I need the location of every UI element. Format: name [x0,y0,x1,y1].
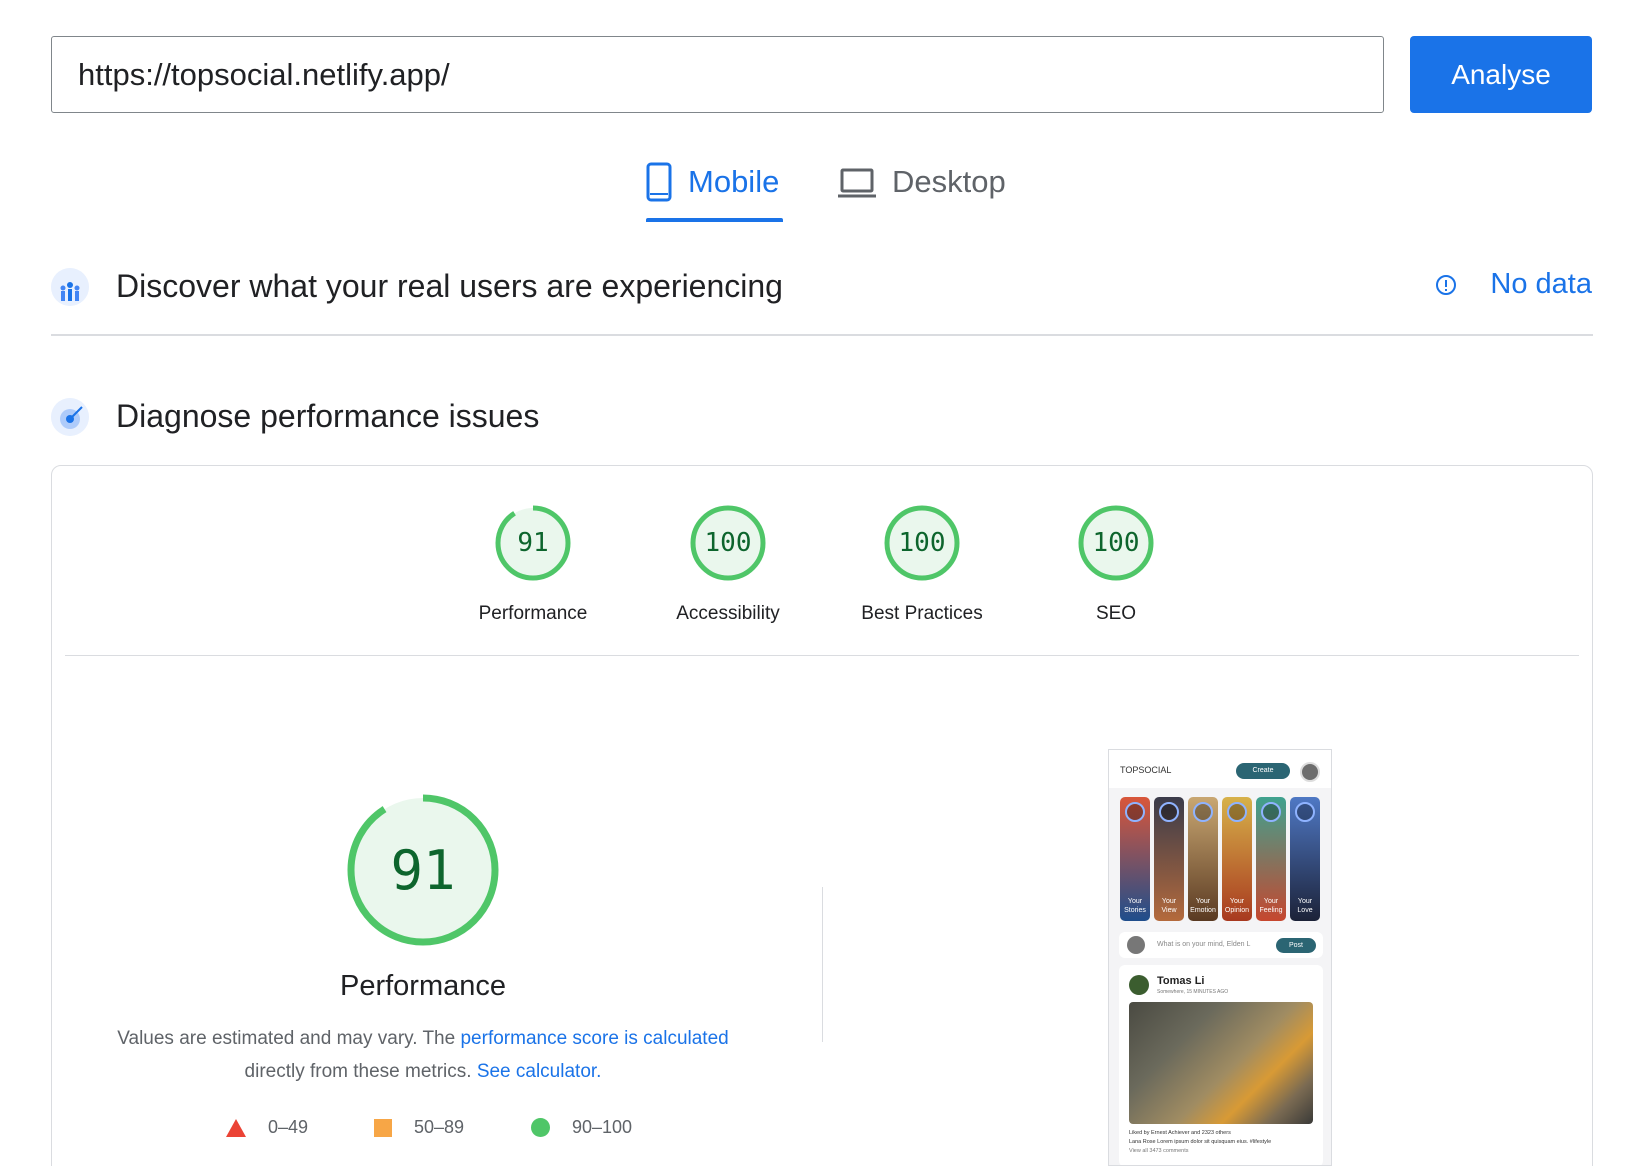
screenshot-composer: What is on your mind, Elden L Post [1119,932,1323,958]
screenshot-story-avatar [1125,802,1145,822]
no-data-link[interactable]: No data [1436,268,1592,301]
screenshot-create-button: Create [1236,763,1290,779]
score-label-4: SEO [1095,603,1137,624]
screenshot-story: Your Opinion [1222,797,1252,921]
info-icon [1436,274,1457,295]
screenshot-story-label: Your Stories [1124,898,1146,914]
score-value-4: 100 [1092,528,1140,558]
score-value-1: 91 [517,528,549,558]
screenshot-story: Your Stories [1120,797,1150,921]
screenshot-story-avatar [1193,802,1213,822]
vertical-divider [822,887,823,1042]
screenshot-caption: Lana Rose Lorem ipsum dolor sit quisquam… [1129,1139,1272,1145]
average-square-icon [374,1118,392,1137]
score-description: Values are estimated and may vary. The p… [95,1022,751,1088]
pass-circle-icon [531,1118,550,1137]
screenshot-story-label: Your Feeling [1259,898,1283,914]
screenshot-logo: TOPSOCIAL [1120,765,1172,775]
card-divider [65,655,1579,656]
legend-pass-label: 90–100 [572,1117,633,1137]
screenshot-feed-card: Tomas Li Somewhere, 15 MINUTES AGO Liked… [1119,965,1323,1165]
screenshot-story: Your View [1154,797,1184,921]
tab-mobile[interactable]: Mobile [646,158,779,222]
score-label-2: Accessibility [676,603,780,624]
screenshot-story-label: Your Opinion [1224,898,1250,914]
screenshot-post-photo [1129,1002,1313,1124]
screenshot-post-meta: Somewhere, 15 MINUTES AGO [1157,989,1229,995]
screenshot-story-label: Your Love [1297,898,1313,914]
screenshot-header: TOPSOCIAL Create [1109,750,1331,788]
performance-score-large: 91 [390,838,456,902]
score-label-3: Best Practices [861,603,983,624]
screenshot-story: Your Feeling [1256,797,1286,921]
performance-score-link[interactable]: performance score is calculated [460,1028,728,1049]
crux-people-icon [51,268,89,306]
screenshot-story: Your Love [1290,797,1320,921]
score-value-2: 100 [704,528,752,558]
tab-mobile-label: Mobile [688,164,780,199]
screenshot-story-label: Your View [1161,898,1177,914]
screenshot-comments: View all 3473 comments [1129,1148,1189,1154]
legend-fail-label: 0–49 [268,1117,309,1137]
fail-triangle-icon [226,1118,246,1137]
screenshot-story-avatar [1295,802,1315,822]
legend-average: 50–89 [374,1117,464,1138]
legend-average-label: 50–89 [414,1117,465,1137]
url-input[interactable] [51,36,1384,113]
legend-fail: 0–49 [226,1117,308,1138]
screenshot-composer-avatar [1127,936,1145,954]
section-divider [51,334,1593,336]
lighthouse-target-icon [51,398,89,436]
screenshot-story-avatar [1261,802,1281,822]
lab-data-title: Diagnose performance issues [116,398,540,434]
desc-text-1: Values are estimated and may vary. The [117,1028,456,1049]
analyse-button[interactable]: Analyse [1410,36,1592,113]
screenshot-story-avatar [1159,802,1179,822]
tab-desktop-label: Desktop [892,164,1006,199]
screenshot-avatar [1300,762,1320,782]
field-data-title: Discover what your real users are experi… [116,268,783,304]
screenshot-post-button: Post [1276,938,1316,953]
performance-label-large: Performance [339,970,506,1002]
desc-text-2: directly from these metrics. [244,1061,472,1082]
no-data-label: No data [1490,268,1592,300]
tab-desktop[interactable]: Desktop [838,158,1006,222]
screenshot-composer-placeholder: What is on your mind, Elden L [1157,941,1251,948]
screenshot-author-avatar [1129,975,1149,995]
screenshot-story-label: Your Emotion [1190,898,1216,914]
screenshot-story-avatar [1227,802,1247,822]
smartphone-icon [646,162,672,202]
see-calculator-link[interactable]: See calculator. [477,1061,602,1082]
final-screenshot[interactable]: TOPSOCIAL Create Your Stories Your View Yo… [1108,749,1332,1166]
screenshot-story: Your Emotion [1188,797,1218,921]
legend-pass: 90–100 [531,1117,632,1138]
tab-selected-indicator [646,218,783,222]
screenshot-author: Tomas Li [1157,975,1205,987]
score-label-1: Performance [478,603,588,624]
laptop-icon [838,168,876,198]
score-value-3: 100 [898,528,946,558]
screenshot-likes: Liked by Ernest Achiever and 2323 others [1129,1130,1231,1136]
